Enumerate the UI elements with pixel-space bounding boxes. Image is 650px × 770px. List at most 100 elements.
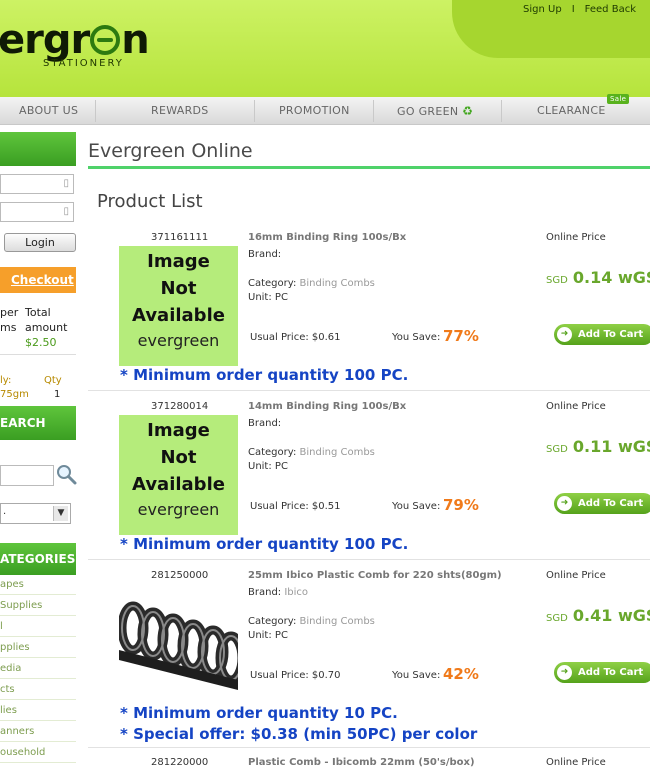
category-value[interactable]: Binding Combs [300, 616, 375, 627]
category-item[interactable]: pplies [0, 637, 76, 658]
left-sidebar: ▯ ▯ Login Checkout per ms Total amount $… [0, 125, 77, 770]
product-unit: Unit: PC [248, 461, 288, 472]
unit-value: PC [274, 292, 288, 303]
product-name[interactable]: Plastic Comb - Ibicomb 22mm (50's/box) [248, 757, 475, 768]
online-price: SGD 0.11 wGS [546, 437, 650, 456]
online-price: SGD 0.41 wGS [546, 606, 650, 625]
min-order-note: * Minimum order quantity 100 PC. [120, 366, 409, 384]
username-field[interactable]: ▯ [0, 174, 74, 194]
online-price-label: Online Price [546, 232, 606, 243]
image-na-line: Image [147, 420, 210, 441]
usual-price: Usual Price: $0.51 [250, 501, 341, 512]
online-price-label: Online Price [546, 757, 606, 768]
cart-col1-label: per [0, 306, 19, 319]
search-icon[interactable] [55, 463, 77, 485]
top-nav: Sign Up I Feed Back [523, 4, 636, 15]
main-menu: ABOUT US REWARDS PROMOTION GO GREEN ♻ CL… [0, 94, 650, 125]
image-na-line: Not [160, 447, 197, 468]
category-item[interactable]: l [0, 616, 76, 637]
category-label: Category: [248, 447, 297, 458]
image-na-line: Available [132, 474, 225, 495]
categories-panel-title: ATEGORIES [0, 552, 76, 566]
feedback-link[interactable]: Feed Back [585, 4, 636, 15]
you-save-label: You Save: [392, 670, 441, 681]
product-list-title: Product List [97, 191, 203, 212]
product-image[interactable]: Image Not Available evergreen [119, 415, 238, 535]
login-button[interactable]: Login [4, 233, 76, 252]
product-image[interactable] [119, 584, 238, 704]
password-field[interactable]: ▯ [0, 202, 74, 222]
category-value[interactable]: Binding Combs [300, 447, 375, 458]
menu-go-green[interactable]: GO GREEN ♻ [397, 97, 473, 125]
add-to-cart-label: Add To Cart [578, 667, 644, 678]
checkout-link[interactable]: Checkout [11, 273, 74, 287]
search-panel-header: EARCH [0, 406, 76, 440]
cart-qty-label: Qty [44, 375, 62, 386]
search-input[interactable] [0, 465, 54, 486]
you-save-label: You Save: [392, 332, 441, 343]
currency-label: SGD [546, 444, 568, 455]
product-name[interactable]: 25mm Ibico Plastic Comb for 220 shts(80g… [248, 570, 502, 581]
search-category-select[interactable]: . ▼ [0, 503, 71, 524]
image-na-brand: evergreen [137, 500, 220, 519]
menu-clearance[interactable]: CLEARANCE Sale [537, 94, 630, 125]
product-category: Category: Binding Combs [248, 447, 375, 458]
add-to-cart-button[interactable]: ➜ Add To Cart [554, 493, 650, 514]
cart-total-value: $2.50 [25, 336, 57, 349]
menu-promotion[interactable]: PROMOTION [279, 97, 350, 125]
product-row: 281220000 Plastic Comb - Ibicomb 22mm (5… [88, 757, 650, 770]
category-item[interactable]: Supplies [0, 595, 76, 616]
logo-subtitle: STATIONERY [43, 58, 124, 69]
min-order-note: * Minimum order quantity 100 PC. [120, 535, 409, 553]
image-na-line: Image [147, 251, 210, 272]
arrow-right-icon: ➜ [557, 496, 572, 511]
price-value: 0.41 wGS [572, 606, 650, 625]
menu-separator [501, 100, 502, 122]
unit-value: PC [274, 461, 288, 472]
category-item[interactable]: anners [0, 721, 76, 742]
recycle-icon: ♻ [462, 104, 474, 118]
cart-item-sub: 75gm [0, 389, 29, 400]
cart-item-label: ly: [0, 375, 12, 386]
you-save-percent: 79% [443, 496, 479, 514]
product-unit: Unit: PC [248, 630, 288, 641]
brand-label: Brand: [248, 587, 282, 598]
menu-about-us[interactable]: ABOUT US [19, 97, 78, 125]
binding-comb-photo [119, 584, 238, 704]
field-icon: ▯ [63, 206, 69, 217]
arrow-right-icon: ➜ [557, 327, 572, 342]
category-item[interactable]: ousehold [0, 742, 76, 763]
cart-total-label: Total [25, 306, 51, 319]
categories-panel-header: ATEGORIES [0, 543, 76, 575]
category-value[interactable]: Binding Combs [300, 278, 375, 289]
sign-up-link[interactable]: Sign Up [523, 4, 562, 15]
online-price: SGD 0.14 wGS [546, 268, 650, 287]
category-label: Category: [248, 616, 297, 627]
category-item[interactable]: lies [0, 700, 76, 721]
site-logo[interactable]: ergr n [0, 16, 150, 64]
add-to-cart-button[interactable]: ➜ Add To Cart [554, 324, 650, 345]
product-brand: Brand: [248, 249, 281, 260]
you-save-label: You Save: [392, 501, 441, 512]
unit-label: Unit: [248, 292, 272, 303]
product-name[interactable]: 16mm Binding Ring 100s/Bx [248, 232, 406, 243]
product-row: 371161111 16mm Binding Ring 100s/Bx Bran… [88, 232, 650, 391]
cart-qty-value: 1 [54, 389, 61, 400]
logo-text-left: er [0, 17, 44, 63]
category-item[interactable]: cts [0, 679, 76, 700]
add-to-cart-button[interactable]: ➜ Add To Cart [554, 662, 650, 683]
field-icon: ▯ [63, 178, 69, 189]
category-item[interactable]: edia [0, 658, 76, 679]
currency-label: SGD [546, 613, 568, 624]
online-price-label: Online Price [546, 570, 606, 581]
menu-rewards[interactable]: REWARDS [151, 97, 209, 125]
unit-value: PC [274, 630, 288, 641]
product-code: 281220000 [151, 757, 209, 768]
product-image[interactable]: Image Not Available evergreen [119, 246, 238, 366]
category-list: apes Supplies l pplies edia cts lies ann… [0, 574, 76, 763]
product-name[interactable]: 14mm Binding Ring 100s/Bx [248, 401, 406, 412]
price-value: 0.14 wGS [572, 268, 650, 287]
category-item[interactable]: apes [0, 574, 76, 595]
category-label: Category: [248, 278, 297, 289]
min-order-note: * Minimum order quantity 10 PC. [120, 704, 398, 722]
